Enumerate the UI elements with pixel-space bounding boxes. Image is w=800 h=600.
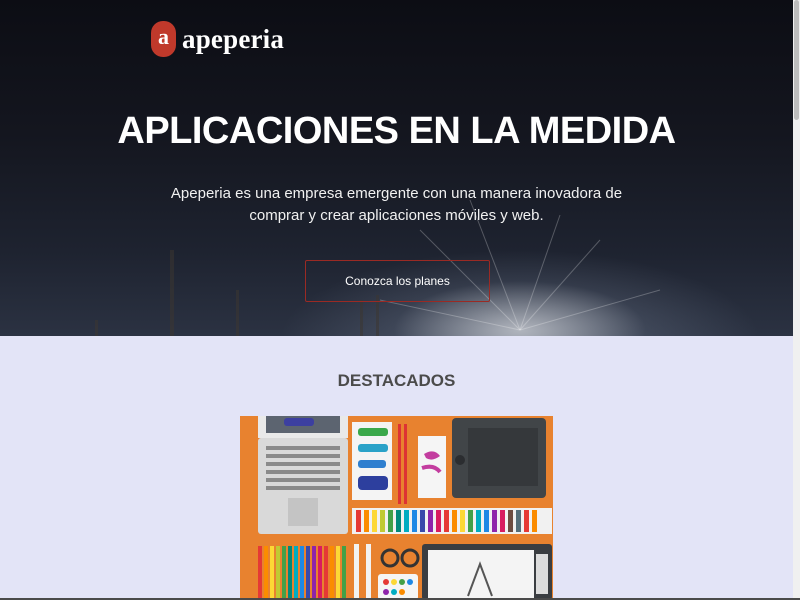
hero-title: APLICACIONES EN LA MEDIDA <box>117 110 676 152</box>
hero-banner: a apeperia APLICACIONES EN LA MEDIDA Ape… <box>0 0 793 336</box>
scrollbar-thumb[interactable] <box>794 0 799 120</box>
designer-desk-illustration-icon <box>240 416 553 600</box>
hero-subtitle: Apeperia es una empresa emergente con un… <box>170 185 623 224</box>
logo-text: apeperia <box>182 23 285 54</box>
scrollbar[interactable] <box>793 0 800 600</box>
featured-image[interactable] <box>240 416 553 600</box>
featured-section: DESTACADOS <box>0 336 793 600</box>
logo[interactable]: a apeperia <box>151 21 284 57</box>
page: a apeperia APLICACIONES EN LA MEDIDA Ape… <box>0 0 793 600</box>
logo-mark-icon: a <box>151 21 176 57</box>
featured-title: DESTACADOS <box>337 371 456 390</box>
plans-button[interactable]: Conozca los planes <box>305 260 490 302</box>
